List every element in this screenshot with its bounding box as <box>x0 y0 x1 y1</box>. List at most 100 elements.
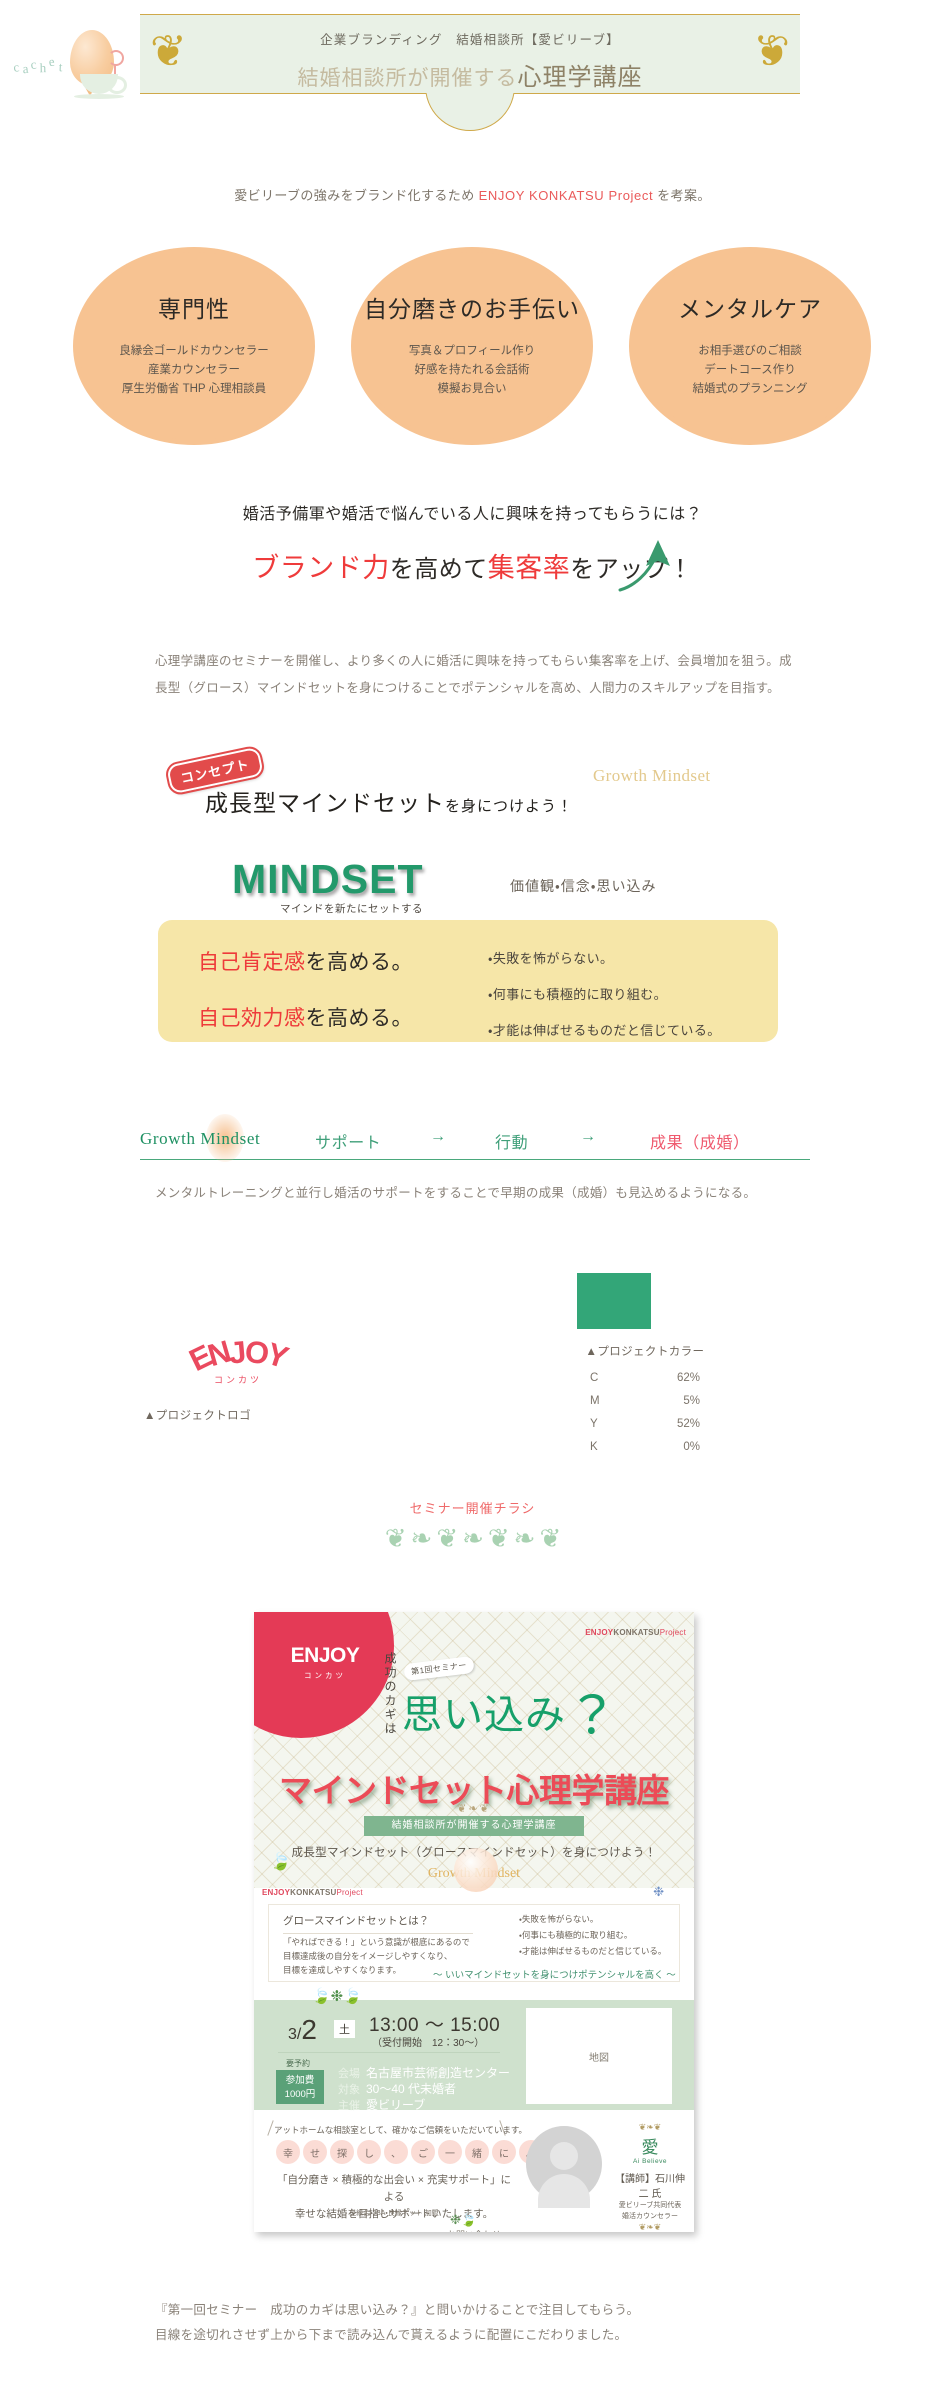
strengths-group: 専門性 良縁会ゴールドカウンセラー 産業カウンセラー 厚生労働省 THP 心理相… <box>0 245 945 447</box>
corner-konkatsu: KONKATSU <box>613 1628 660 1637</box>
mindset-bullets: ・失敗を怖がらない。 ・何事にも積極的に取り組む。 ・才能は伸ばせるものだと信じ… <box>488 948 721 1056</box>
header-banner: ❦ ❦ 企業ブランディング 結婚相談所【愛ビリーブ】 結婚相談所が開催する心理学… <box>140 14 800 94</box>
footer-chip: 緒 <box>465 2140 489 2164</box>
fee-value: 1000円 <box>284 2089 316 2100</box>
cmyk-table: C 62% M 5% Y 52% K 0% <box>545 1372 745 1464</box>
info-value: 愛ビリーブ <box>366 2098 426 2112</box>
ai-english: Ai Believe <box>633 2158 667 2165</box>
cmyk-value: 5% <box>683 1395 700 1407</box>
proj-konkatsu: KONKATSU <box>290 1888 337 1897</box>
project-color-caption: ▲プロジェクトカラー <box>585 1346 705 1358</box>
ai-ornament-top-icon: ❦❧❦ <box>638 2122 662 2132</box>
flyer-logo-mark: ENJOY <box>290 1644 360 1667</box>
cmyk-row: Y 52% <box>590 1418 700 1430</box>
mindset-bullet: ・何事にも積極的に取り組む。 <box>488 987 668 1002</box>
slash-left-decor <box>267 2120 274 2136</box>
mindset-goal: 自己効力感を高める。 <box>198 1002 413 1032</box>
proj-project: Project <box>336 1888 363 1897</box>
strength-line: 産業カウンセラー <box>148 364 240 376</box>
proj-enjoy: ENJOY <box>262 1888 291 1897</box>
event-info-row: 会場 名古屋市芸術創造センター <box>338 2066 510 2082</box>
growth-mindset-label: Growth Mindset <box>593 766 711 785</box>
process-flow: Growth Mindset サポート → 行動 → 成果（成婚） <box>140 1114 810 1162</box>
cmyk-row: C 62% <box>590 1372 700 1384</box>
flow-growth-mindset: Growth Mindset <box>140 1129 261 1148</box>
fee-badge: 参加費 1000円 <box>276 2070 324 2104</box>
event-month: 3/ <box>288 2026 302 2043</box>
panel-note: 〜 いいマインドセットを身につけポテンシャルを高く 〜 <box>433 1970 676 1981</box>
instructor-avatar <box>526 2126 602 2208</box>
big-question-text: 思い込み <box>402 1693 566 1737</box>
flow-arrow-2-icon: → <box>580 1128 597 1145</box>
mindset-bullet: ・才能は伸ばせるものだと信じている。 <box>488 1023 721 1038</box>
lead-after: を考案。 <box>653 188 711 203</box>
question-mark-icon: ？ <box>566 1688 620 1746</box>
strength-line: デートコース作り <box>704 364 796 376</box>
strength-line: お相手選びのご相談 <box>698 345 802 357</box>
strength-line: 写真＆プロフィール作り <box>408 345 536 357</box>
decorative-divider-icon: ❦❧❦❧❦❧❦ <box>384 1524 566 1554</box>
info-value: 名古屋市芸術創造センター <box>366 2066 511 2080</box>
concept-title-tail: を身につけよう！ <box>445 798 574 815</box>
strength-title: 自分磨きのお手伝い <box>364 296 580 322</box>
ornament-left-icon: ❦ <box>150 26 187 77</box>
mindset-values: 価値観・信念・思い込み <box>510 878 657 894</box>
flyer-mini-ornament-icon: ❦❧❦ <box>457 1803 491 1815</box>
flyer-corner-project: ENJOYKONKATSUProject <box>585 1628 686 1637</box>
question-line-1: 婚活予備軍や婚活で悩んでいる人に興味を持ってもらうには？ <box>242 506 703 523</box>
flyer-project-small: ENJOYKONKATSUProject <box>262 1888 686 1897</box>
strength-lines: 良縁会ゴールドカウンセラー 産業カウンセラー 厚生労働省 THP 心理相談員 <box>78 342 310 399</box>
event-info-list: 会場 名古屋市芸術創造センター 対象 30〜40 代未婚者 主催 愛ビリーブ <box>338 2066 510 2114</box>
flow-support: サポート <box>315 1135 382 1152</box>
flyer-footer: アットホームな相談室として、確かなご信頼をいただいています。 幸 せ 探 し 、… <box>254 2112 694 2232</box>
cmyk-value: 62% <box>676 1372 700 1384</box>
cmyk-row: K 0% <box>590 1441 700 1453</box>
strength-title: 専門性 <box>158 296 230 322</box>
fee-label: 参加費 <box>285 2075 315 2086</box>
question-line-2: ブランド力を高めて集客率をアップ！ <box>0 546 945 585</box>
footer-chip: せ <box>303 2140 327 2164</box>
cachet-logo: cachet <box>8 8 138 108</box>
page-root: cachet ❦ ❦ 企業ブランディング 結婚相談所【愛ビリーブ】 結婚相談所が… <box>0 0 945 2400</box>
flyer-section-title: セミナー開催チラシ <box>409 1501 536 1516</box>
ornament-right-icon: ❦ <box>753 26 790 77</box>
info-value: 30〜40 代未婚者 <box>366 2082 457 2096</box>
lead-before: 愛ビリーブの強みをブランド化するため <box>234 188 479 203</box>
contact-ornament-icon: ❉🍃 <box>450 2212 478 2227</box>
event-time: 13:00 〜 15:00 <box>369 2015 501 2036</box>
strength-title: メンタルケア <box>678 296 822 322</box>
header-title-prefix: 結婚相談所が開催する <box>297 67 518 90</box>
instructor-name: 【講師】石川伸二 氏 <box>615 2174 685 2200</box>
flyer-bubble-decoration <box>454 1848 498 1892</box>
cmyk-key: C <box>590 1372 599 1384</box>
strength-line: 良縁会ゴールドカウンセラー <box>119 345 269 357</box>
flyer-explain-panel: グロースマインドセットとは？ 「やればできる！」という意識が根底にあるので 目標… <box>268 1904 680 1982</box>
footer-affiliation: 良縁会・JBA・良縁ネット 加盟 <box>349 2210 439 2217</box>
footer-chip: 一 <box>438 2140 462 2164</box>
flow-note: メンタルトレーニングと並行し婚活のサポートをすることで早期の成果（成婚）も見込め… <box>155 1186 757 1200</box>
cmyk-key: M <box>590 1395 600 1407</box>
footer-chip: に <box>492 2140 516 2164</box>
closing-note: 『第一回セミナー 成功のカギは思い込み？』と問いかけることで注目してもらう。 目… <box>155 2303 640 2342</box>
flow-result: 成果（成婚） <box>650 1135 750 1152</box>
mindset-card: 自己肯定感を高める。 自己効力感を高める。 ・失敗を怖がらない。 ・何事にも積極… <box>158 920 778 1042</box>
question-red-2: 集客率 <box>487 553 571 583</box>
footer-chip: 、 <box>384 2140 408 2164</box>
concept-title: 成長型マインドセットを身につけよう！ <box>205 784 573 818</box>
ai-kanji: 愛 <box>641 2138 659 2157</box>
cmyk-value: 52% <box>676 1418 700 1430</box>
strength-card-mentalcare: メンタルケア お相手選びのご相談 デートコース作り 結婚式のプランニング <box>627 245 873 447</box>
flyer-logo-kana: コンカツ <box>304 1671 346 1680</box>
info-label: 主催 <box>338 2100 360 2112</box>
footer-chip: 幸 <box>276 2140 300 2164</box>
header-title-emphasis: 心理学講座 <box>517 64 643 91</box>
instructor-title: 愛ビリーブ共同代表 婚活カウンセラー <box>618 2202 682 2220</box>
strength-line: 好感を持たれる会話術 <box>414 364 530 376</box>
event-weekday: 土 <box>334 2020 355 2038</box>
seminar-flyer: ENJOY コンカツ ENJOYKONKATSUProject 成功のカギは 第… <box>254 1612 694 2232</box>
lead-highlight: ENJOY KONKATSU Project <box>478 188 654 203</box>
lead-text: 愛ビリーブの強みをブランド化するため ENJOY KONKATSU Projec… <box>0 185 945 204</box>
goal-rest: を高める。 <box>305 951 413 974</box>
project-logo-caption: ▲プロジェクトロゴ <box>144 1410 251 1422</box>
project-logo: ENJOY コンカツ <box>178 1334 298 1386</box>
